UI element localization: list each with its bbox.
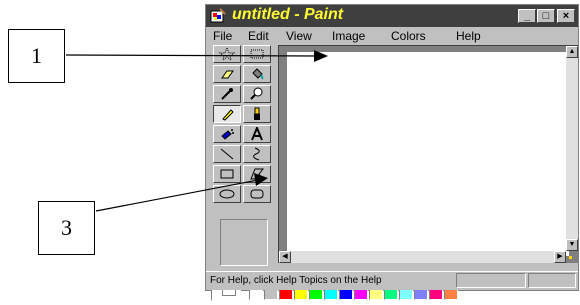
callout-label-3: 3	[38, 201, 95, 255]
callout-label-1: 1	[8, 29, 65, 83]
arrowhead-3-icon	[254, 173, 268, 186]
callout-line-3	[95, 179, 259, 212]
arrowhead-1-icon	[314, 50, 328, 62]
callout-line-1	[65, 54, 319, 57]
